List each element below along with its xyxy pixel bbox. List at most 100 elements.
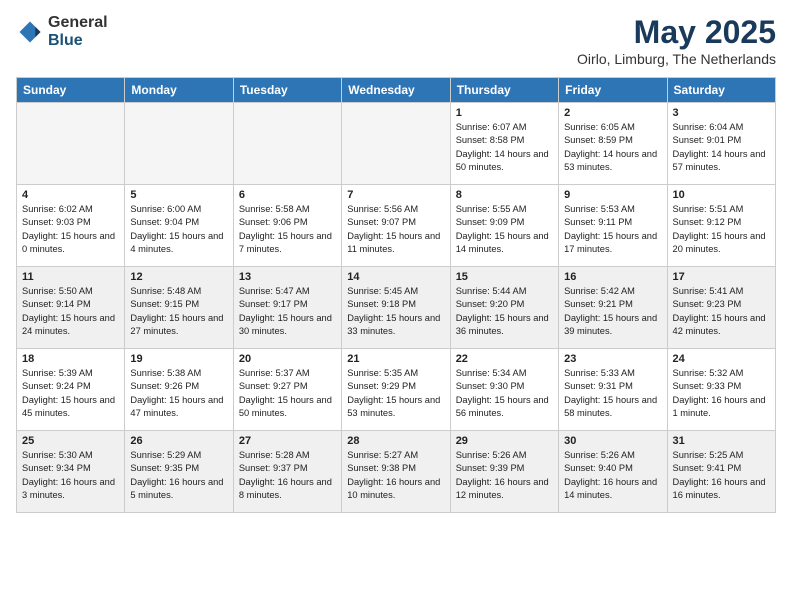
day-info: Sunrise: 5:47 AMSunset: 9:17 PMDaylight:… bbox=[239, 285, 336, 339]
calendar-cell bbox=[125, 103, 233, 185]
day-number: 12 bbox=[130, 271, 227, 283]
calendar-cell: 4Sunrise: 6:02 AMSunset: 9:03 PMDaylight… bbox=[17, 185, 125, 267]
weekday-header: Tuesday bbox=[233, 78, 341, 103]
calendar-cell: 18 Sunrise: 5:39 AMSunset: 9:24 PMDayligh… bbox=[17, 349, 125, 431]
calendar-cell: 2 Sunrise: 6:05 AMSunset: 8:59 PMDaylight… bbox=[559, 103, 667, 185]
logo: General Blue bbox=[16, 14, 108, 49]
page: General Blue May 2025 Oirlo, Limburg, Th… bbox=[0, 0, 792, 612]
calendar-cell: 16Sunrise: 5:42 AMSunset: 9:21 PMDayligh… bbox=[559, 267, 667, 349]
day-info: Sunrise: 5:29 AMSunset: 9:35 PMDaylight:… bbox=[130, 449, 227, 503]
day-info: Sunrise: 6:04 AMSunset: 9:01 PMDaylight:… bbox=[673, 121, 770, 175]
calendar-cell bbox=[233, 103, 341, 185]
calendar-cell: 22 Sunrise: 5:34 AMSunset: 9:30 PMDayligh… bbox=[450, 349, 558, 431]
day-number: 7 bbox=[347, 189, 444, 201]
calendar-cell: 5 Sunrise: 6:00 AMSunset: 9:04 PMDaylight… bbox=[125, 185, 233, 267]
day-info: Sunrise: 5:25 AMSunset: 9:41 PMDaylight:… bbox=[673, 449, 770, 503]
calendar-cell: 27 Sunrise: 5:28 AMSunset: 9:37 PMDayligh… bbox=[233, 431, 341, 513]
day-info: Sunrise: 5:33 AMSunset: 9:31 PMDaylight:… bbox=[564, 367, 661, 421]
weekday-header: Sunday bbox=[17, 78, 125, 103]
day-info: Sunrise: 5:48 AMSunset: 9:15 PMDaylight:… bbox=[130, 285, 227, 339]
logo-icon bbox=[16, 18, 44, 46]
location: Oirlo, Limburg, The Netherlands bbox=[577, 51, 776, 67]
calendar-cell: 8Sunrise: 5:55 AMSunset: 9:09 PMDaylight… bbox=[450, 185, 558, 267]
calendar-cell: 9 Sunrise: 5:53 AMSunset: 9:11 PMDaylight… bbox=[559, 185, 667, 267]
day-info: Sunrise: 5:58 AMSunset: 9:06 PMDaylight:… bbox=[239, 203, 336, 257]
week-row: 11 Sunrise: 5:50 AMSunset: 9:14 PMDayligh… bbox=[17, 267, 776, 349]
day-number: 13 bbox=[239, 271, 336, 283]
day-number: 8 bbox=[456, 189, 553, 201]
day-info: Sunrise: 5:32 AMSunset: 9:33 PMDaylight:… bbox=[673, 367, 770, 421]
day-number: 17 bbox=[673, 271, 770, 283]
calendar-cell: 14Sunrise: 5:45 AMSunset: 9:18 PMDayligh… bbox=[342, 267, 450, 349]
day-number: 27 bbox=[239, 435, 336, 447]
day-number: 6 bbox=[239, 189, 336, 201]
day-info: Sunrise: 5:28 AMSunset: 9:37 PMDaylight:… bbox=[239, 449, 336, 503]
day-info: Sunrise: 5:41 AMSunset: 9:23 PMDaylight:… bbox=[673, 285, 770, 339]
day-number: 25 bbox=[22, 435, 119, 447]
calendar-cell: 26Sunrise: 5:29 AMSunset: 9:35 PMDayligh… bbox=[125, 431, 233, 513]
day-number: 9 bbox=[564, 189, 661, 201]
calendar-cell: 31 Sunrise: 5:25 AMSunset: 9:41 PMDayligh… bbox=[667, 431, 775, 513]
week-row: 25Sunrise: 5:30 AMSunset: 9:34 PMDayligh… bbox=[17, 431, 776, 513]
calendar-cell: 7 Sunrise: 5:56 AMSunset: 9:07 PMDaylight… bbox=[342, 185, 450, 267]
calendar-cell: 24 Sunrise: 5:32 AMSunset: 9:33 PMDayligh… bbox=[667, 349, 775, 431]
calendar-cell: 17 Sunrise: 5:41 AMSunset: 9:23 PMDayligh… bbox=[667, 267, 775, 349]
weekday-header: Saturday bbox=[667, 78, 775, 103]
day-info: Sunrise: 5:56 AMSunset: 9:07 PMDaylight:… bbox=[347, 203, 444, 257]
day-number: 10 bbox=[673, 189, 770, 201]
day-number: 19 bbox=[130, 353, 227, 365]
day-number: 31 bbox=[673, 435, 770, 447]
day-info: Sunrise: 5:53 AMSunset: 9:11 PMDaylight:… bbox=[564, 203, 661, 257]
header: General Blue May 2025 Oirlo, Limburg, Th… bbox=[16, 14, 776, 67]
day-number: 16 bbox=[564, 271, 661, 283]
day-number: 20 bbox=[239, 353, 336, 365]
day-info: Sunrise: 5:50 AMSunset: 9:14 PMDaylight:… bbox=[22, 285, 119, 339]
day-info: Sunrise: 5:26 AMSunset: 9:39 PMDaylight:… bbox=[456, 449, 553, 503]
day-number: 14 bbox=[347, 271, 444, 283]
calendar-cell: 20 Sunrise: 5:37 AMSunset: 9:27 PMDayligh… bbox=[233, 349, 341, 431]
calendar-cell: 13 Sunrise: 5:47 AMSunset: 9:17 PMDayligh… bbox=[233, 267, 341, 349]
calendar-cell: 3Sunrise: 6:04 AMSunset: 9:01 PMDaylight… bbox=[667, 103, 775, 185]
calendar-cell: 15Sunrise: 5:44 AMSunset: 9:20 PMDayligh… bbox=[450, 267, 558, 349]
calendar-cell: 30 Sunrise: 5:26 AMSunset: 9:40 PMDayligh… bbox=[559, 431, 667, 513]
week-row: 18 Sunrise: 5:39 AMSunset: 9:24 PMDayligh… bbox=[17, 349, 776, 431]
day-number: 30 bbox=[564, 435, 661, 447]
calendar-cell: 28 Sunrise: 5:27 AMSunset: 9:38 PMDayligh… bbox=[342, 431, 450, 513]
header-row: SundayMondayTuesdayWednesdayThursdayFrid… bbox=[17, 78, 776, 103]
day-number: 23 bbox=[564, 353, 661, 365]
day-info: Sunrise: 5:38 AMSunset: 9:26 PMDaylight:… bbox=[130, 367, 227, 421]
calendar-cell: 21Sunrise: 5:35 AMSunset: 9:29 PMDayligh… bbox=[342, 349, 450, 431]
day-number: 29 bbox=[456, 435, 553, 447]
day-info: Sunrise: 6:07 AMSunset: 8:58 PMDaylight:… bbox=[456, 121, 553, 175]
calendar-cell: 25Sunrise: 5:30 AMSunset: 9:34 PMDayligh… bbox=[17, 431, 125, 513]
day-number: 11 bbox=[22, 271, 119, 283]
day-info: Sunrise: 6:02 AMSunset: 9:03 PMDaylight:… bbox=[22, 203, 119, 257]
day-info: Sunrise: 5:27 AMSunset: 9:38 PMDaylight:… bbox=[347, 449, 444, 503]
day-info: Sunrise: 5:39 AMSunset: 9:24 PMDaylight:… bbox=[22, 367, 119, 421]
weekday-header: Friday bbox=[559, 78, 667, 103]
weekday-header: Monday bbox=[125, 78, 233, 103]
title-block: May 2025 Oirlo, Limburg, The Netherlands bbox=[577, 14, 776, 67]
day-number: 28 bbox=[347, 435, 444, 447]
day-info: Sunrise: 5:51 AMSunset: 9:12 PMDaylight:… bbox=[673, 203, 770, 257]
day-info: Sunrise: 5:26 AMSunset: 9:40 PMDaylight:… bbox=[564, 449, 661, 503]
weekday-header: Wednesday bbox=[342, 78, 450, 103]
day-info: Sunrise: 6:05 AMSunset: 8:59 PMDaylight:… bbox=[564, 121, 661, 175]
day-info: Sunrise: 5:37 AMSunset: 9:27 PMDaylight:… bbox=[239, 367, 336, 421]
day-number: 18 bbox=[22, 353, 119, 365]
day-info: Sunrise: 5:34 AMSunset: 9:30 PMDaylight:… bbox=[456, 367, 553, 421]
calendar-cell bbox=[17, 103, 125, 185]
day-number: 5 bbox=[130, 189, 227, 201]
calendar-table: SundayMondayTuesdayWednesdayThursdayFrid… bbox=[16, 77, 776, 513]
calendar-cell: 1Sunrise: 6:07 AMSunset: 8:58 PMDaylight… bbox=[450, 103, 558, 185]
calendar-cell: 19 Sunrise: 5:38 AMSunset: 9:26 PMDayligh… bbox=[125, 349, 233, 431]
weekday-header: Thursday bbox=[450, 78, 558, 103]
day-number: 2 bbox=[564, 107, 661, 119]
day-number: 22 bbox=[456, 353, 553, 365]
day-number: 24 bbox=[673, 353, 770, 365]
month-title: May 2025 bbox=[577, 14, 776, 51]
day-info: Sunrise: 5:44 AMSunset: 9:20 PMDaylight:… bbox=[456, 285, 553, 339]
logo-blue-text: Blue bbox=[48, 32, 108, 50]
day-info: Sunrise: 6:00 AMSunset: 9:04 PMDaylight:… bbox=[130, 203, 227, 257]
logo-general-text: General bbox=[48, 14, 108, 32]
